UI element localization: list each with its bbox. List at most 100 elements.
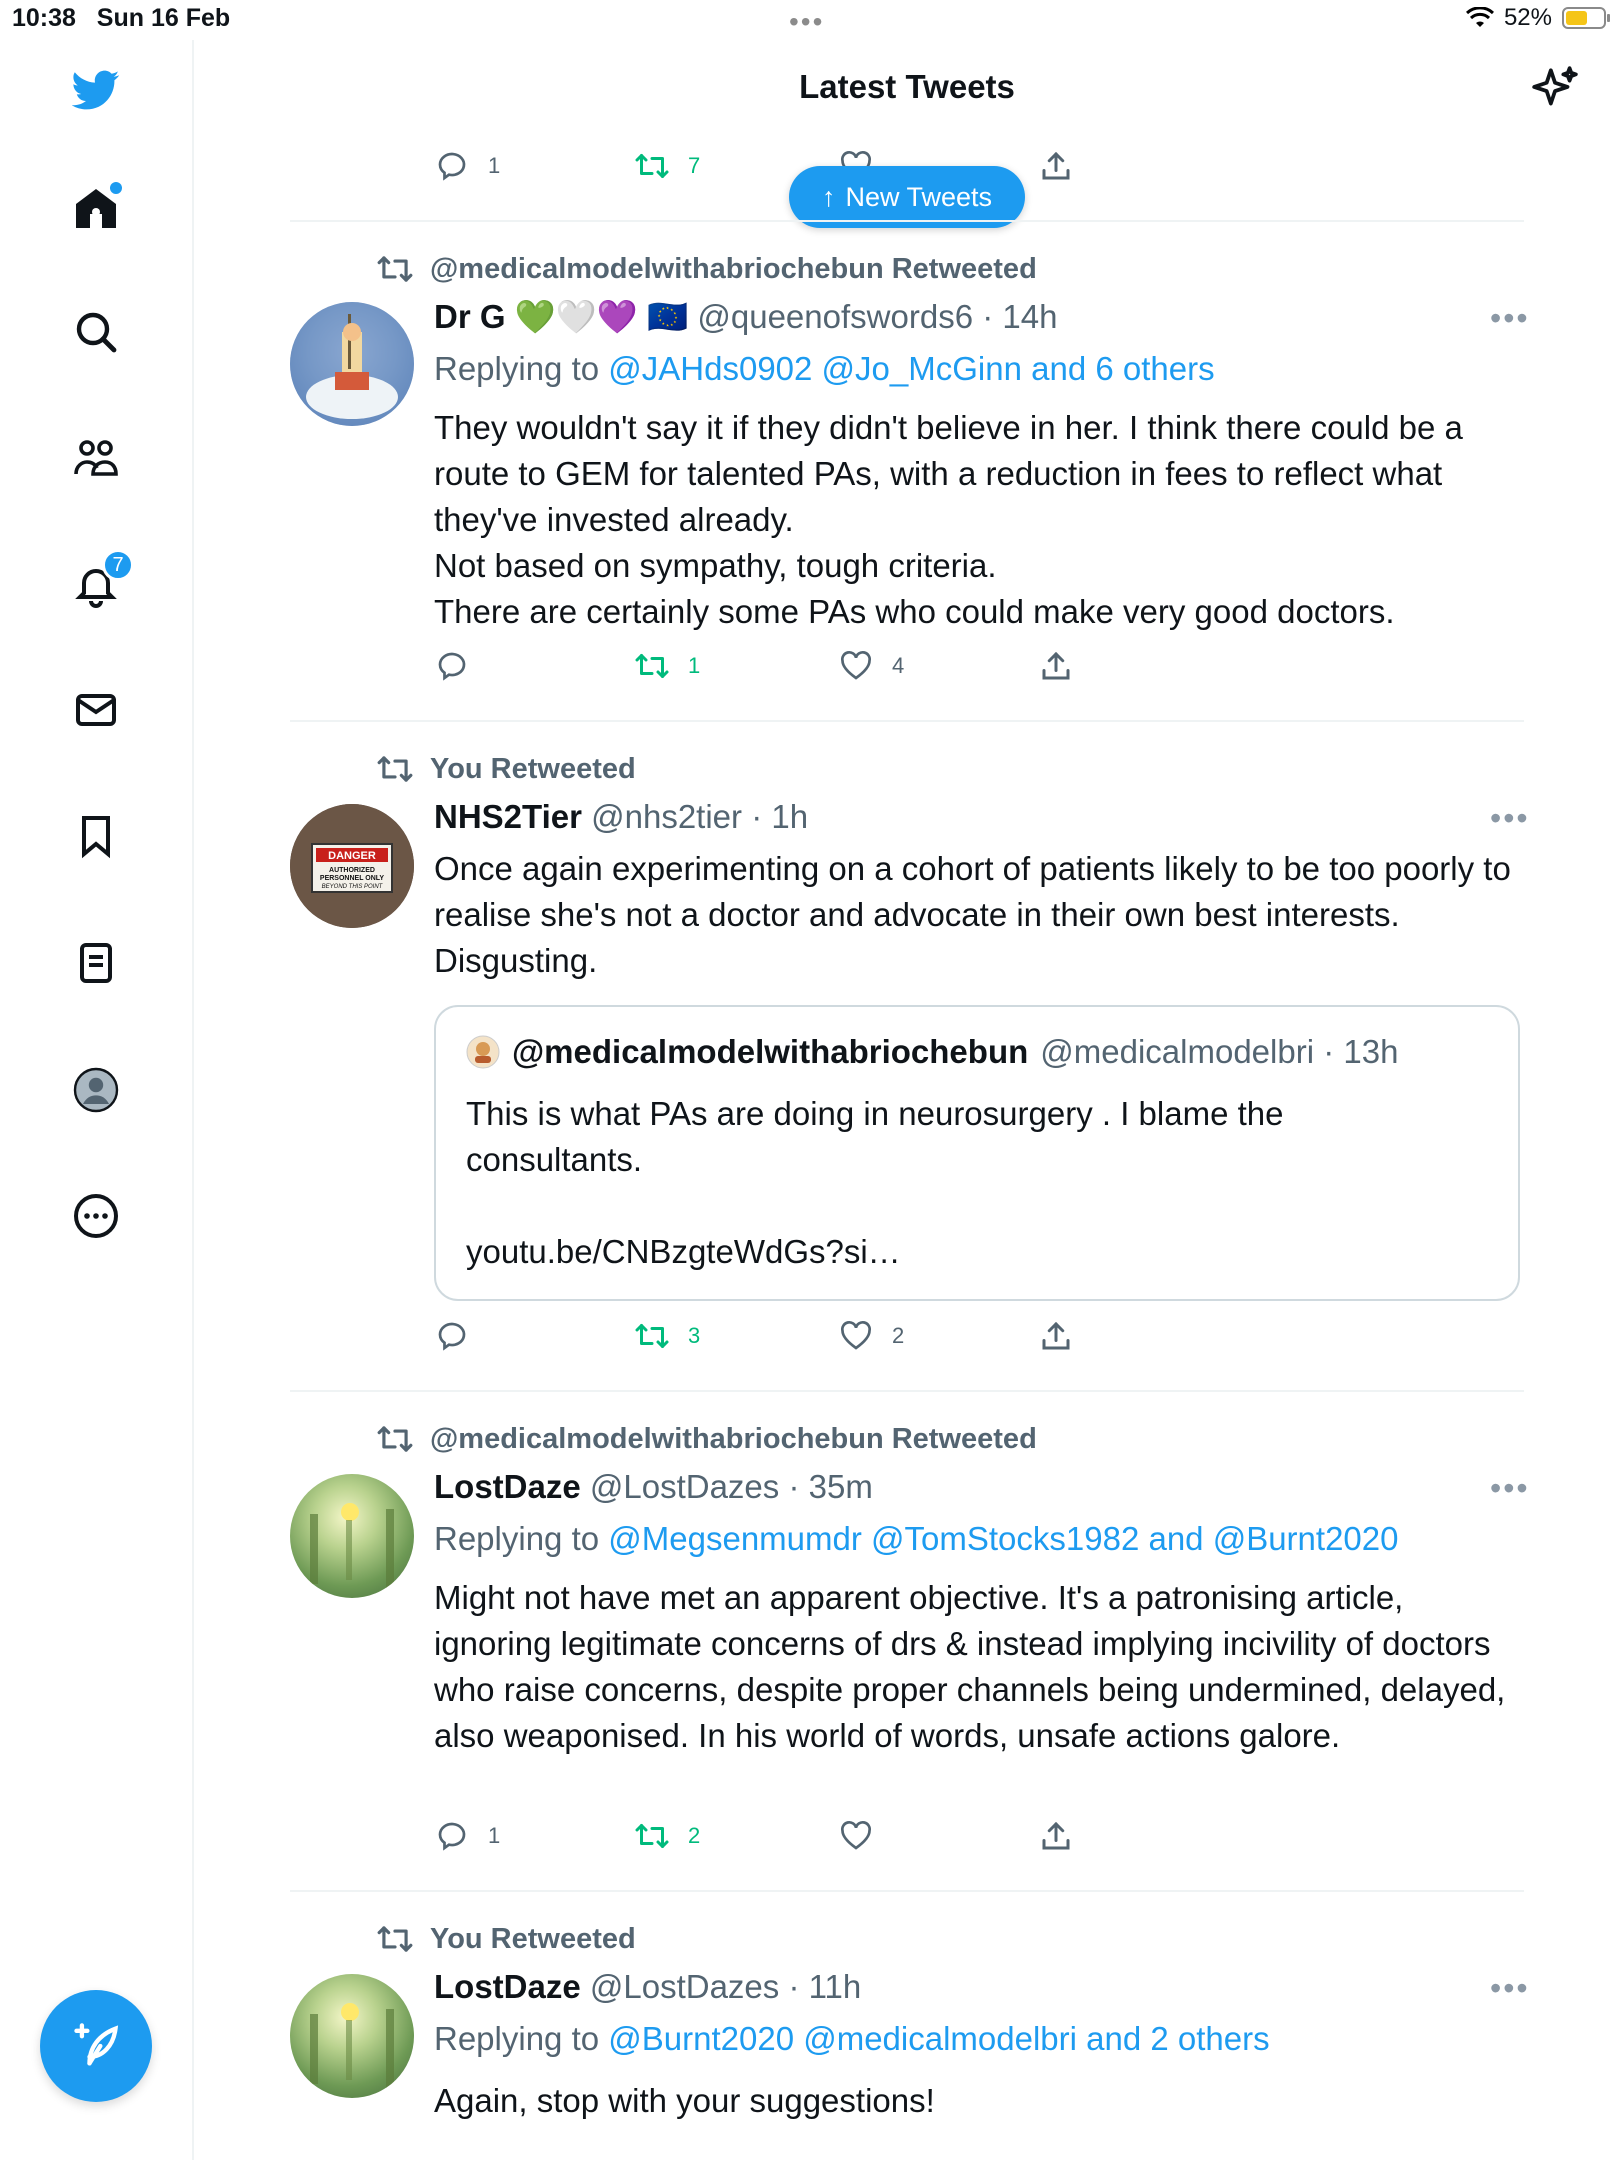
handle-time: @LostDazes · 35m	[589, 1468, 873, 1505]
retweet-icon	[377, 1426, 413, 1452]
sign-title: DANGER	[328, 850, 376, 862]
reply-mentions[interactable]: @JAHds0902 @Jo_McGinn and 6 others	[608, 350, 1214, 387]
reply-button[interactable]	[434, 1318, 488, 1354]
more-options-icon[interactable]: •••	[1490, 300, 1530, 337]
like-button[interactable]: 2	[838, 1318, 904, 1354]
avatar[interactable]: DANGER AUTHORIZED PERSONNEL ONLY BEYOND …	[290, 804, 414, 928]
tweet-author[interactable]: NHS2Tier @nhs2tier · 1h	[434, 798, 808, 836]
more-options-icon[interactable]: •••	[1490, 1470, 1530, 1507]
display-name: LostDaze	[434, 1468, 581, 1505]
sign-line2: PERSONNEL ONLY	[320, 875, 385, 882]
retweet-context: @medicalmodelwithabriochebun Retweeted	[376, 250, 1037, 288]
retweet-context: You Retweeted	[376, 1920, 636, 1958]
compose-icon	[74, 2023, 119, 2066]
replying-to: Replying to @Burnt2020 @medicalmodelbri …	[434, 2020, 1270, 2057]
tweet-text: Might not have met an apparent objective…	[434, 1579, 1506, 1754]
retweet-button[interactable]: 2	[634, 1818, 700, 1854]
reply-button[interactable]: 1	[434, 1818, 500, 1854]
tweet-actions: 1 2	[434, 1818, 1094, 1868]
reply-icon	[438, 1822, 466, 1851]
sign-line3: BEYOND THIS POINT	[322, 884, 384, 890]
reply-button[interactable]: 1	[434, 148, 500, 184]
retweet-icon	[377, 756, 413, 782]
share-icon	[1042, 1321, 1070, 1350]
like-button[interactable]: 4	[838, 648, 904, 684]
tweet-text: Once again experimenting on a cohort of …	[434, 850, 1511, 979]
share-icon	[1042, 1821, 1070, 1850]
heart-icon	[841, 651, 871, 680]
bird-icon[interactable]	[66, 60, 126, 120]
more-options-icon[interactable]: •••	[1490, 800, 1530, 837]
bookmark-icon[interactable]	[66, 806, 126, 866]
people-icon[interactable]	[66, 428, 126, 488]
tweet-author[interactable]: Dr G 💚🤍💜 🇪🇺 @queenofswords6 · 14h	[434, 298, 1057, 337]
danger-sign-image: DANGER AUTHORIZED PERSONNEL ONLY BEYOND …	[290, 804, 414, 928]
new-tweets-label: New Tweets	[845, 181, 993, 212]
reply-button[interactable]	[434, 648, 488, 684]
tweet-actions: 1 4	[434, 648, 1094, 698]
mail-icon[interactable]	[66, 680, 126, 740]
header: Latest Tweets	[194, 40, 1620, 140]
tweet-text: Again, stop with your suggestions!	[434, 2082, 935, 2119]
retweeted-by: @medicalmodelwithabriochebun Retweeted	[430, 1422, 1037, 1455]
sparkle-icon[interactable]	[1530, 64, 1580, 114]
display-name: Dr G 💚🤍💜 🇪🇺	[434, 298, 689, 335]
status-bar: 10:38 Sun 16 Feb ••• 52%	[0, 0, 1620, 40]
replying-to: Replying to @Megsenmumdr @TomStocks1982 …	[434, 1520, 1399, 1557]
quoted-tweet[interactable]: @medicalmodelwithabriochebun @medicalmod…	[434, 1005, 1520, 1301]
like-button[interactable]	[838, 1818, 892, 1854]
list-icon[interactable]	[66, 933, 126, 993]
more-circle-icon[interactable]	[66, 1186, 126, 1246]
reply-icon	[438, 152, 466, 181]
reply-mentions[interactable]: @Megsenmumdr @TomStocks1982 and @Burnt20…	[608, 1520, 1398, 1557]
retweeted-by: @medicalmodelwithabriochebun Retweeted	[430, 252, 1037, 285]
share-button[interactable]	[1038, 148, 1074, 184]
search-icon[interactable]	[66, 302, 126, 362]
avatar[interactable]	[290, 302, 414, 426]
battery-percent: 52%	[1503, 4, 1552, 31]
retweet-count: 1	[688, 653, 701, 678]
profile-icon[interactable]	[66, 1060, 126, 1120]
handle-time: @queenofswords6 · 14h	[697, 298, 1058, 335]
retweet-icon	[635, 154, 669, 178]
replying-to: Replying to @JAHds0902 @Jo_McGinn and 6 …	[434, 350, 1215, 387]
like-count: 2	[892, 1323, 905, 1348]
avatar[interactable]	[290, 1474, 414, 1598]
battery-icon	[1562, 7, 1610, 29]
share-button[interactable]	[1038, 1318, 1074, 1354]
wifi-icon	[1465, 7, 1494, 27]
divider	[290, 720, 1524, 722]
quoted-handle-time: @medicalmodelbri · 13h	[1040, 1033, 1399, 1070]
share-icon	[1042, 151, 1070, 180]
new-tweets-button[interactable]: ↑ New Tweets	[789, 166, 1025, 228]
retweet-context: You Retweeted	[376, 750, 636, 788]
quoted-author: @medicalmodelwithabriochebun @medicalmod…	[466, 1033, 1398, 1071]
tweet-author[interactable]: LostDaze @LostDazes · 35m	[434, 1468, 873, 1506]
avatar-image	[310, 1503, 394, 1589]
share-icon	[1042, 651, 1070, 680]
retweeted-by: You Retweeted	[430, 1922, 636, 1955]
quoted-text: This is what PAs are doing in neurosurge…	[466, 1095, 1284, 1270]
multitasking-dots[interactable]: •••	[789, 6, 824, 38]
share-button[interactable]	[1038, 648, 1074, 684]
retweet-context: @medicalmodelwithabriochebun Retweeted	[376, 1420, 1037, 1458]
retweet-icon	[377, 1926, 413, 1952]
compose-button[interactable]	[40, 1990, 152, 2102]
home-icon[interactable]	[66, 178, 126, 238]
retweet-count: 7	[688, 153, 701, 178]
tweet-author[interactable]: LostDaze @LostDazes · 11h	[434, 1968, 861, 2006]
bell-icon[interactable]: 7	[66, 549, 134, 615]
retweet-button[interactable]: 1	[634, 648, 700, 684]
retweet-button[interactable]: 3	[634, 1318, 700, 1354]
retweet-button[interactable]: 7	[634, 148, 700, 184]
retweet-icon	[635, 1324, 669, 1348]
handle-time: @LostDazes · 11h	[589, 1968, 862, 2005]
retweet-icon	[377, 256, 413, 282]
status-right: 52%	[1465, 4, 1610, 32]
avatar[interactable]	[290, 1974, 414, 2098]
tweet-actions: 3 2	[434, 1318, 1094, 1368]
share-button[interactable]	[1038, 1818, 1074, 1854]
quoted-avatar	[466, 1035, 500, 1069]
more-options-icon[interactable]: •••	[1490, 1970, 1530, 2007]
reply-mentions[interactable]: @Burnt2020 @medicalmodelbri and 2 others	[608, 2020, 1269, 2057]
